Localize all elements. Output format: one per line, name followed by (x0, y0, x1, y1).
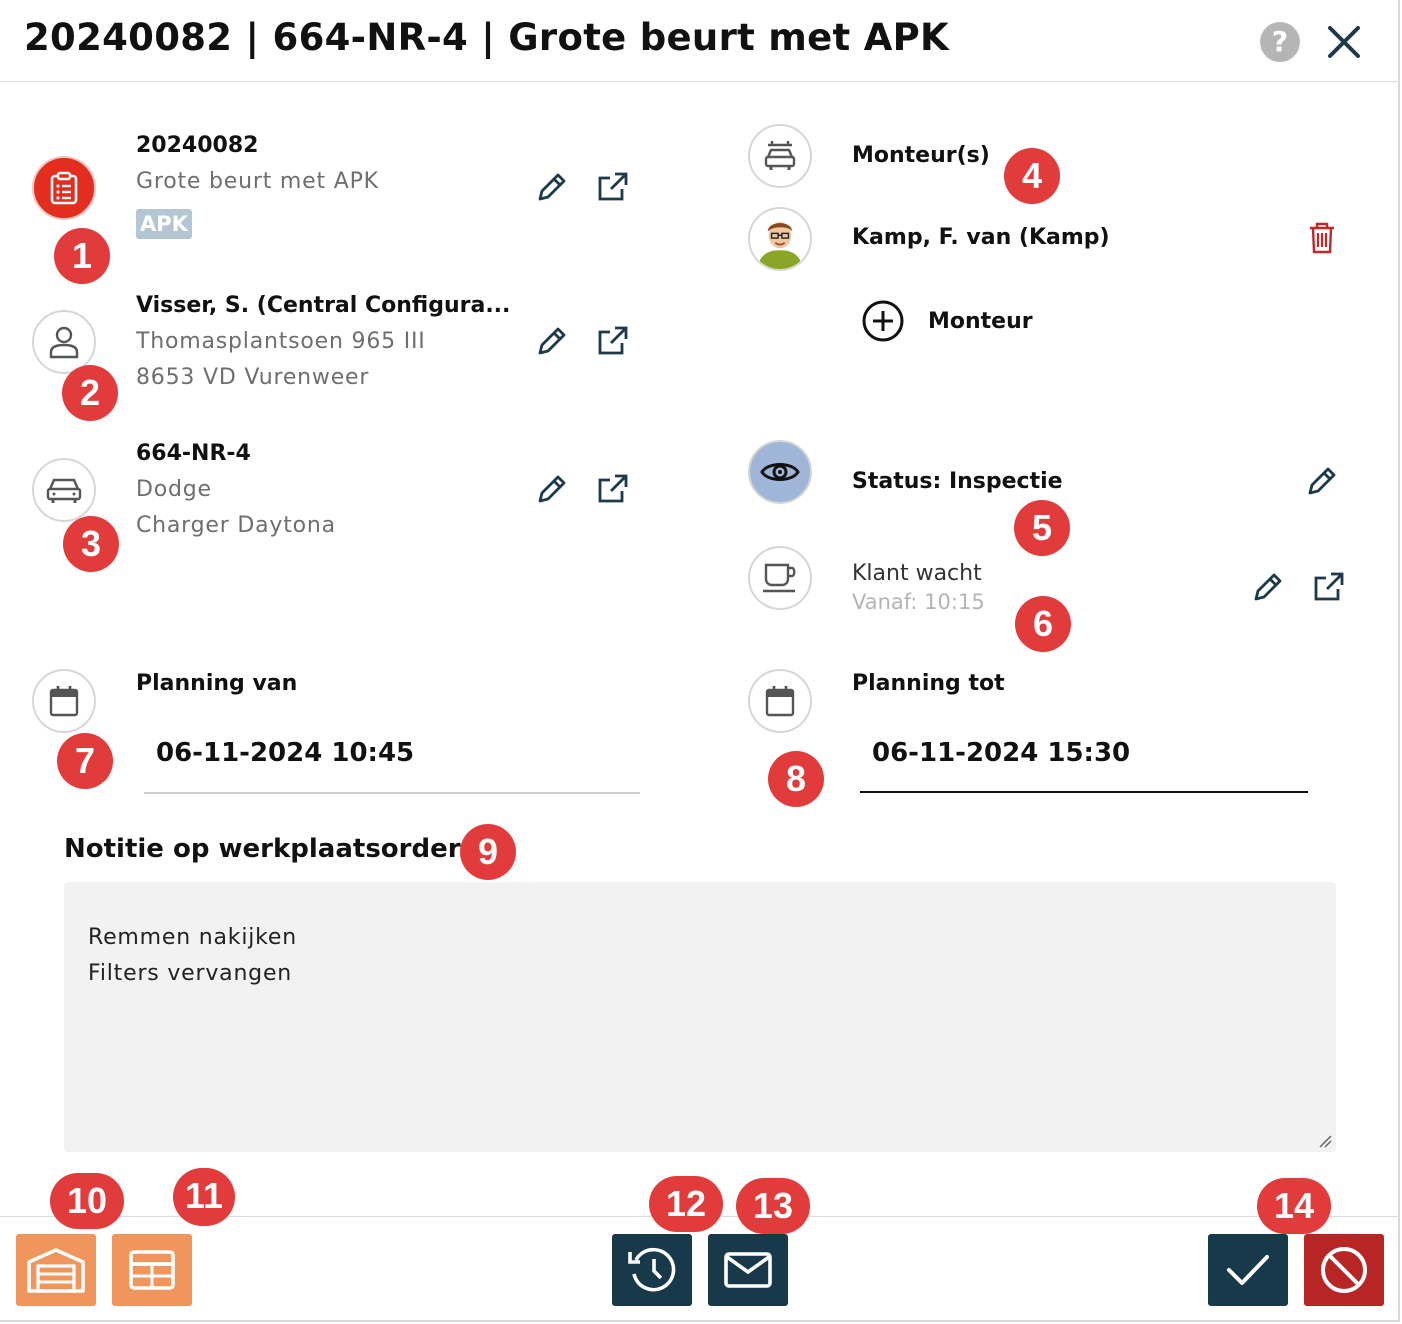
workorder-dialog: 20240082 | 664-NR-4 | Grote beurt met AP… (0, 0, 1400, 1322)
edit-waiting-pencil-icon[interactable] (1251, 570, 1285, 604)
table-icon (129, 1250, 175, 1290)
delete-mechanic-trash-icon[interactable] (1306, 221, 1338, 255)
planning-from-input[interactable]: 06-11-2024 10:45 (156, 738, 414, 768)
vehicle-plate: 664-NR-4 (136, 441, 251, 466)
customer-name: Visser, S. (Central Configura... (136, 293, 511, 318)
callout-badge-7: 7 (57, 733, 113, 789)
open-customer-external-link-icon[interactable] (596, 324, 630, 358)
mail-icon (724, 1252, 772, 1288)
car-icon (32, 458, 96, 522)
open-order-external-link-icon[interactable] (596, 170, 630, 204)
notes-textarea[interactable]: Remmen nakijken Filters vervangen (64, 882, 1336, 1152)
open-vehicle-external-link-icon[interactable] (596, 472, 630, 506)
check-icon (1227, 1255, 1269, 1285)
callout-badge-5: 5 (1014, 500, 1070, 556)
order-number: 20240082 (136, 133, 259, 158)
planning-from-label: Planning van (136, 671, 298, 696)
edit-customer-pencil-icon[interactable] (535, 324, 569, 358)
planning-to-underline (860, 791, 1308, 793)
table-button[interactable] (112, 1234, 192, 1306)
confirm-button[interactable] (1208, 1234, 1288, 1306)
callout-badge-8: 8 (768, 751, 824, 807)
customer-city: 8653 VD Vurenweer (136, 365, 370, 390)
calendar-to-icon (748, 669, 812, 733)
history-icon (628, 1247, 676, 1292)
eye-icon (748, 440, 812, 504)
callout-badge-11: 11 (173, 1168, 235, 1226)
callout-badge-6: 6 (1015, 596, 1071, 652)
callout-badge-9: 9 (460, 824, 516, 880)
add-mechanic-plus-circle-icon[interactable] (861, 299, 905, 343)
resize-handle-icon[interactable] (1318, 1134, 1332, 1148)
mail-button[interactable] (708, 1234, 788, 1306)
ban-icon (1321, 1247, 1367, 1293)
mechanics-title: Monteur(s) (852, 143, 990, 168)
history-button[interactable] (612, 1234, 692, 1306)
vehicle-make: Dodge (136, 477, 212, 502)
callout-badge-2: 2 (62, 365, 118, 421)
edit-status-pencil-icon[interactable] (1305, 464, 1339, 498)
clipboard-icon (32, 156, 96, 220)
waiting-label: Klant wacht (852, 561, 982, 586)
notes-line: Filters vervangen (88, 961, 293, 986)
vehicle-model: Charger Daytona (136, 513, 336, 538)
order-description: Grote beurt met APK (136, 169, 379, 194)
planning-to-label: Planning tot (852, 671, 1005, 696)
garage-button[interactable] (16, 1234, 96, 1306)
order-tag-badge: APK (136, 209, 192, 239)
calendar-from-icon (32, 669, 96, 733)
garage-icon (27, 1248, 85, 1293)
add-mechanic-button[interactable]: Monteur (928, 309, 1033, 334)
dialog-header: 20240082 | 664-NR-4 | Grote beurt met AP… (0, 0, 1400, 82)
callout-badge-3: 3 (63, 516, 119, 572)
edit-order-pencil-icon[interactable] (535, 170, 569, 204)
help-icon[interactable]: ? (1260, 22, 1300, 62)
open-waiting-external-link-icon[interactable] (1312, 570, 1346, 604)
avatar (748, 207, 812, 271)
planning-to-input[interactable]: 06-11-2024 15:30 (872, 738, 1130, 768)
dialog-title: 20240082 | 664-NR-4 | Grote beurt met AP… (24, 16, 950, 59)
callout-badge-10: 10 (50, 1173, 124, 1229)
notes-title: Notitie op werkplaatsorder (64, 834, 461, 864)
close-icon[interactable] (1324, 22, 1364, 62)
waiting-since: Vanaf: 10:15 (852, 590, 985, 614)
callout-badge-14: 14 (1257, 1178, 1331, 1234)
callout-badge-1: 1 (54, 228, 110, 284)
notes-line: Remmen nakijken (88, 925, 297, 950)
callout-badge-12: 12 (649, 1176, 723, 1232)
callout-badge-13: 13 (736, 1178, 810, 1234)
coffee-cup-icon (748, 546, 812, 610)
callout-badge-4: 4 (1004, 148, 1060, 204)
cancel-button[interactable] (1304, 1234, 1384, 1306)
mechanic-car-icon (748, 124, 812, 188)
status-label: Status: Inspectie (852, 469, 1063, 494)
edit-vehicle-pencil-icon[interactable] (535, 472, 569, 506)
customer-street: Thomasplantsoen 965 III (136, 329, 426, 354)
planning-from-underline (144, 792, 640, 794)
mechanic-name: Kamp, F. van (Kamp) (852, 225, 1110, 250)
